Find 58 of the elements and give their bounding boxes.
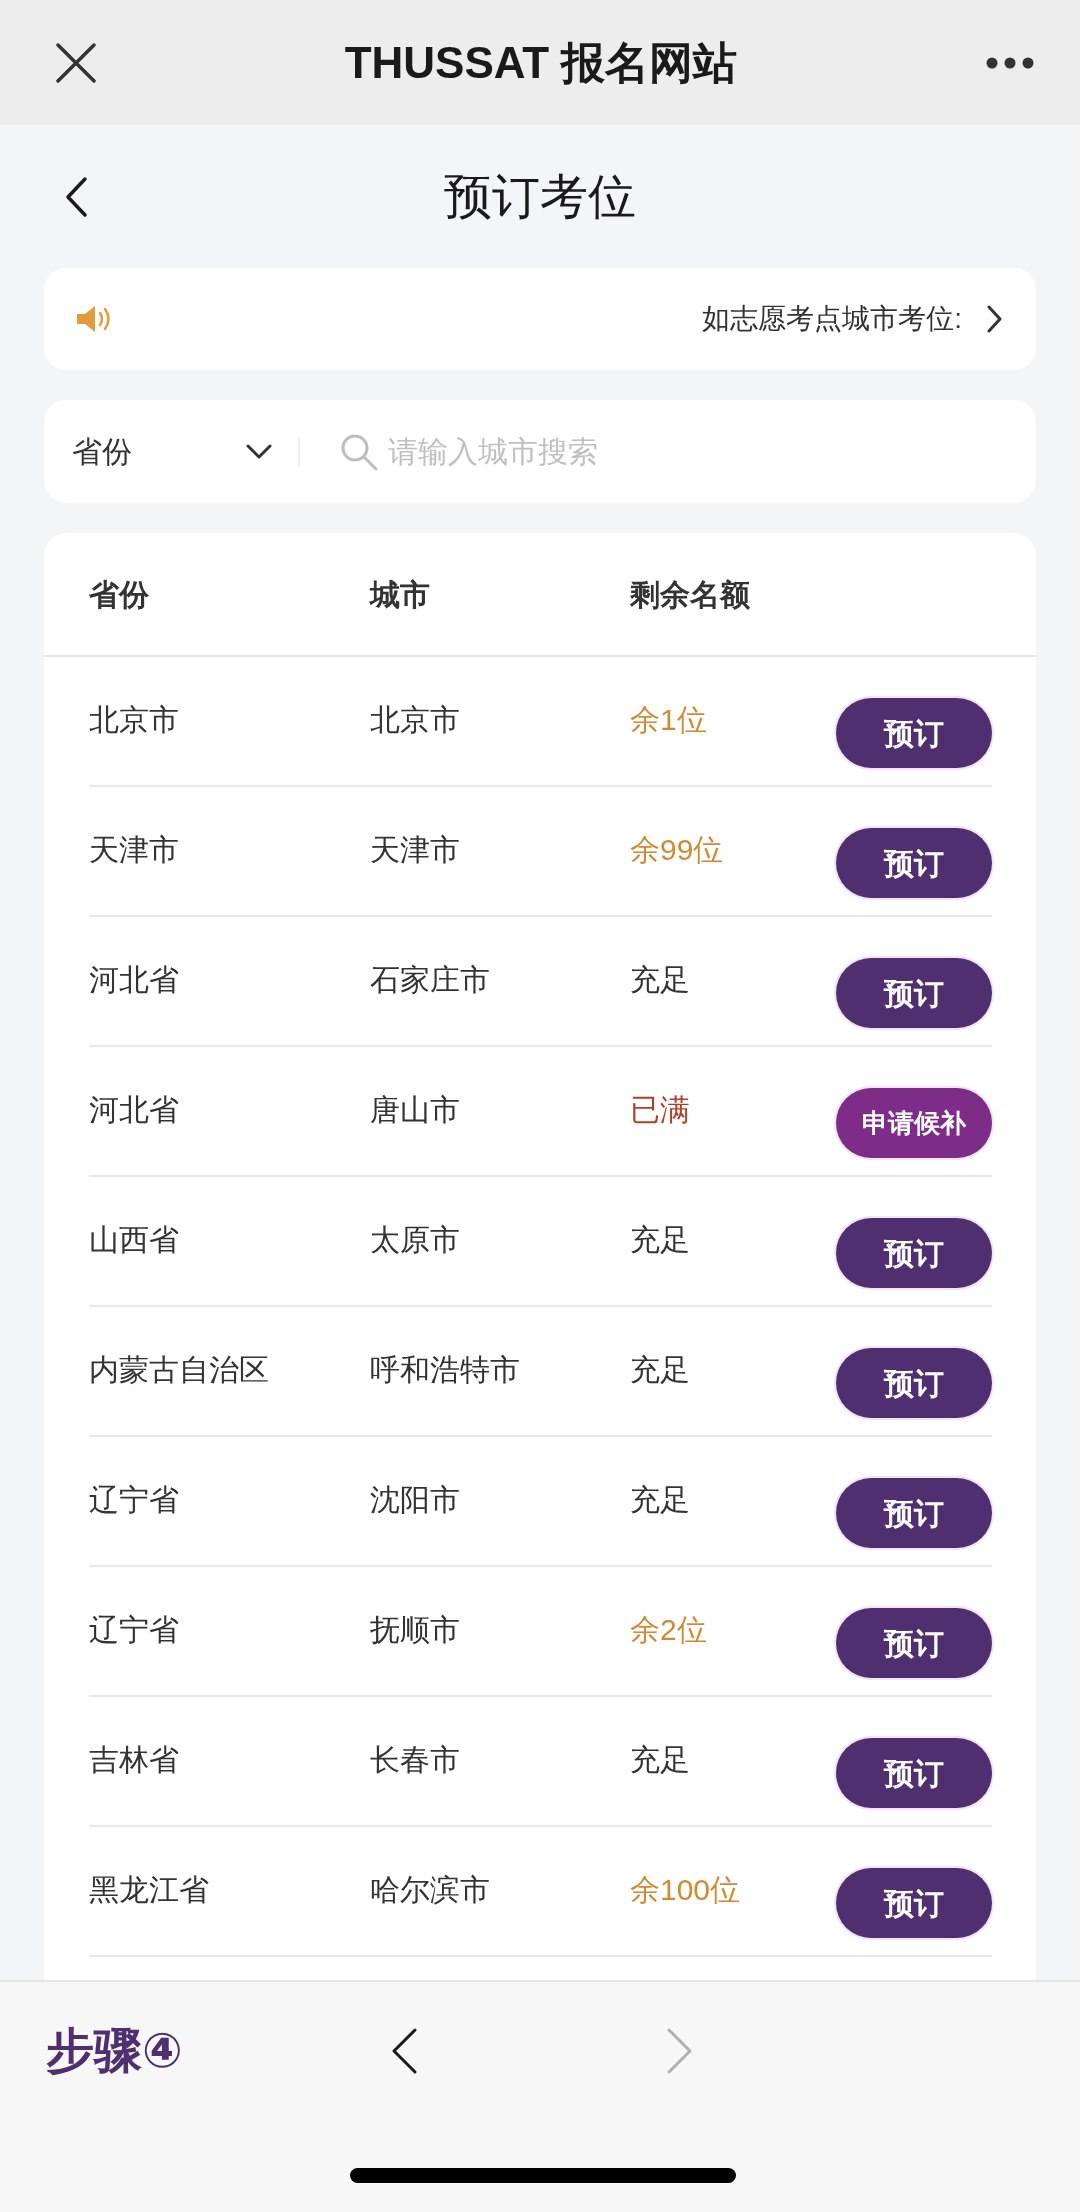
city-name: 抚顺市 bbox=[370, 1612, 460, 1648]
quota-status: 余99位 bbox=[630, 832, 724, 868]
step-label: 步骤④ bbox=[46, 2023, 183, 2079]
province-name: 山西省 bbox=[89, 1222, 179, 1258]
province-name: 辽宁省 bbox=[89, 1612, 179, 1648]
city-name: 呼和浩特市 bbox=[370, 1352, 520, 1388]
city-name: 沈阳市 bbox=[370, 1482, 460, 1518]
province-name: 天津市 bbox=[89, 832, 179, 868]
book-button[interactable]: 预订 bbox=[836, 698, 992, 768]
notice-card[interactable]: 如志愿考点城市考位: bbox=[44, 268, 1036, 370]
quota-status: 余2位 bbox=[630, 1612, 707, 1648]
close-icon bbox=[56, 42, 96, 83]
book-button[interactable]: 预订 bbox=[836, 1218, 992, 1288]
book-button[interactable]: 预订 bbox=[836, 1868, 992, 1938]
chevron-right-icon bbox=[986, 305, 1002, 333]
app-title: THUSSAT 报名网站 bbox=[344, 36, 738, 89]
city-name: 唐山市 bbox=[370, 1092, 460, 1128]
province-name: 黑龙江省 bbox=[89, 1872, 209, 1908]
province-name: 北京市 bbox=[89, 702, 179, 738]
province-name: 吉林省 bbox=[89, 1742, 179, 1778]
city-name: 石家庄市 bbox=[370, 962, 490, 998]
chevron-left-icon bbox=[390, 2027, 418, 2075]
chevron-left-icon bbox=[64, 175, 88, 218]
column-header: 剩余名额 bbox=[630, 577, 750, 611]
province-name: 内蒙古自治区 bbox=[89, 1352, 269, 1388]
column-header: 省份 bbox=[89, 577, 149, 611]
page-title: 预订考位 bbox=[444, 169, 636, 223]
quota-status: 已满 bbox=[630, 1092, 690, 1128]
city-name: 天津市 bbox=[370, 832, 460, 868]
notice-text: 如志愿考点城市考位: bbox=[702, 302, 962, 336]
quota-status: 充足 bbox=[630, 1222, 690, 1258]
quota-status: 充足 bbox=[630, 1742, 690, 1778]
province-name: 河北省 bbox=[89, 962, 179, 998]
more-icon bbox=[986, 56, 1034, 69]
book-button[interactable]: 预订 bbox=[836, 1478, 992, 1548]
column-header: 城市 bbox=[370, 577, 430, 611]
chevron-right-icon bbox=[666, 2027, 694, 2075]
city-name: 太原市 bbox=[370, 1222, 460, 1258]
province-name: 河北省 bbox=[89, 1092, 179, 1128]
book-button[interactable]: 预订 bbox=[836, 1738, 992, 1808]
province-name: 辽宁省 bbox=[89, 1482, 179, 1518]
book-button[interactable]: 预订 bbox=[836, 1348, 992, 1418]
quota-status: 余100位 bbox=[630, 1872, 741, 1908]
book-button[interactable]: 预订 bbox=[836, 1608, 992, 1678]
quota-status: 余1位 bbox=[630, 702, 707, 738]
quota-status: 充足 bbox=[630, 1352, 690, 1388]
book-button[interactable]: 预订 bbox=[836, 958, 992, 1028]
province-dropdown[interactable]: 省份 bbox=[72, 429, 272, 474]
quota-status: 充足 bbox=[630, 962, 690, 998]
city-name: 哈尔滨市 bbox=[370, 1872, 490, 1908]
search-field[interactable]: 请输入城市搜索 bbox=[388, 429, 1008, 474]
quota-status: 充足 bbox=[630, 1482, 690, 1518]
book-button[interactable]: 预订 bbox=[836, 828, 992, 898]
search-icon bbox=[340, 432, 378, 471]
waitlist-button[interactable]: 申请候补 bbox=[836, 1088, 992, 1158]
city-name: 北京市 bbox=[370, 702, 460, 738]
city-name: 长春市 bbox=[370, 1742, 460, 1778]
chevron-down-icon bbox=[246, 443, 272, 460]
